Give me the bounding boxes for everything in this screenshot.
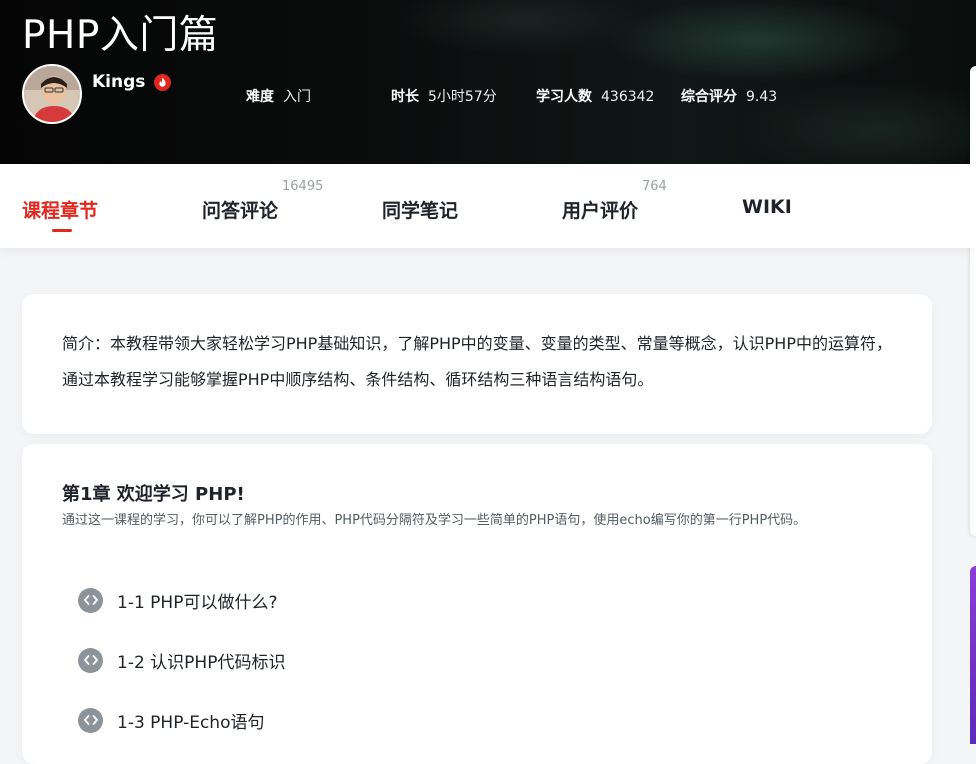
course-intro-text: 简介：本教程带领大家轻松学习PHP基础知识，了解PHP中的变量、变量的类型、常量… [62,334,892,389]
side-panel-edge[interactable] [970,66,976,536]
chapter-card: 第1章 欢迎学习 PHP! 通过这一课程的学习，你可以了解PHP的作用、PHP代… [22,444,932,764]
tab-qa-comments[interactable]: 问答评论 [202,196,278,223]
lesson-label: 1-2 认识PHP代码标识 [117,652,286,673]
stat-difficulty: 难度 入门 [246,86,311,106]
stat-duration: 时长 5小时57分 [391,86,497,106]
avatar-photo [24,66,80,122]
stat-value: 436342 [601,89,655,105]
stat-rating: 综合评分 9.43 [681,86,777,106]
stat-learners: 学习人数 436342 [536,86,654,106]
course-tabs: 课程章节 问答评论 同学笔记 用户评价 WIKI [0,164,976,248]
lesson-item[interactable]: 1-2 认识PHP代码标识 [78,647,285,673]
code-brackets-icon [78,707,103,733]
stat-value: 5小时57分 [428,89,497,105]
author-name[interactable]: Kings [92,72,145,92]
chapter-title: 第1章 欢迎学习 PHP! [62,484,245,505]
course-intro-card: 简介：本教程带领大家轻松学习PHP基础知识，了解PHP中的变量、变量的类型、常量… [22,294,932,434]
stat-label: 综合评分 [681,89,737,105]
course-title: PHP入门篇 [22,13,219,58]
code-brackets-icon [78,587,103,613]
stat-value: 入门 [283,89,311,105]
review-count: 764 [642,179,667,194]
lesson-item[interactable]: 1-1 PHP可以做什么? [78,587,277,613]
course-header-banner: PHP入门篇 Kings 难度 入门 时长 5小时57分 学习人数 436342 综合… [0,0,976,164]
code-brackets-icon [78,647,103,673]
tab-wiki[interactable]: WIKI [742,196,792,218]
qa-comment-count: 16495 [282,179,324,194]
tab-reviews[interactable]: 用户评价 [562,196,638,223]
lesson-label: 1-1 PHP可以做什么? [117,592,278,613]
tab-notes[interactable]: 同学笔记 [382,196,458,223]
stat-label: 时长 [391,89,419,105]
stat-value: 9.43 [746,89,778,105]
lesson-item[interactable]: 1-3 PHP-Echo语句 [78,707,264,733]
stat-label: 难度 [246,89,274,105]
side-floating-widget[interactable] [970,566,976,744]
tab-chapters[interactable]: 课程章节 [22,196,98,223]
stat-label: 学习人数 [536,89,592,105]
lesson-label: 1-3 PHP-Echo语句 [117,712,265,733]
flame-badge-icon [154,74,171,91]
active-tab-indicator [52,229,72,232]
author-avatar[interactable] [22,64,82,124]
chapter-description: 通过这一课程的学习，你可以了解PHP的作用、PHP代码分隔符及学习一些简单的PH… [62,513,807,528]
